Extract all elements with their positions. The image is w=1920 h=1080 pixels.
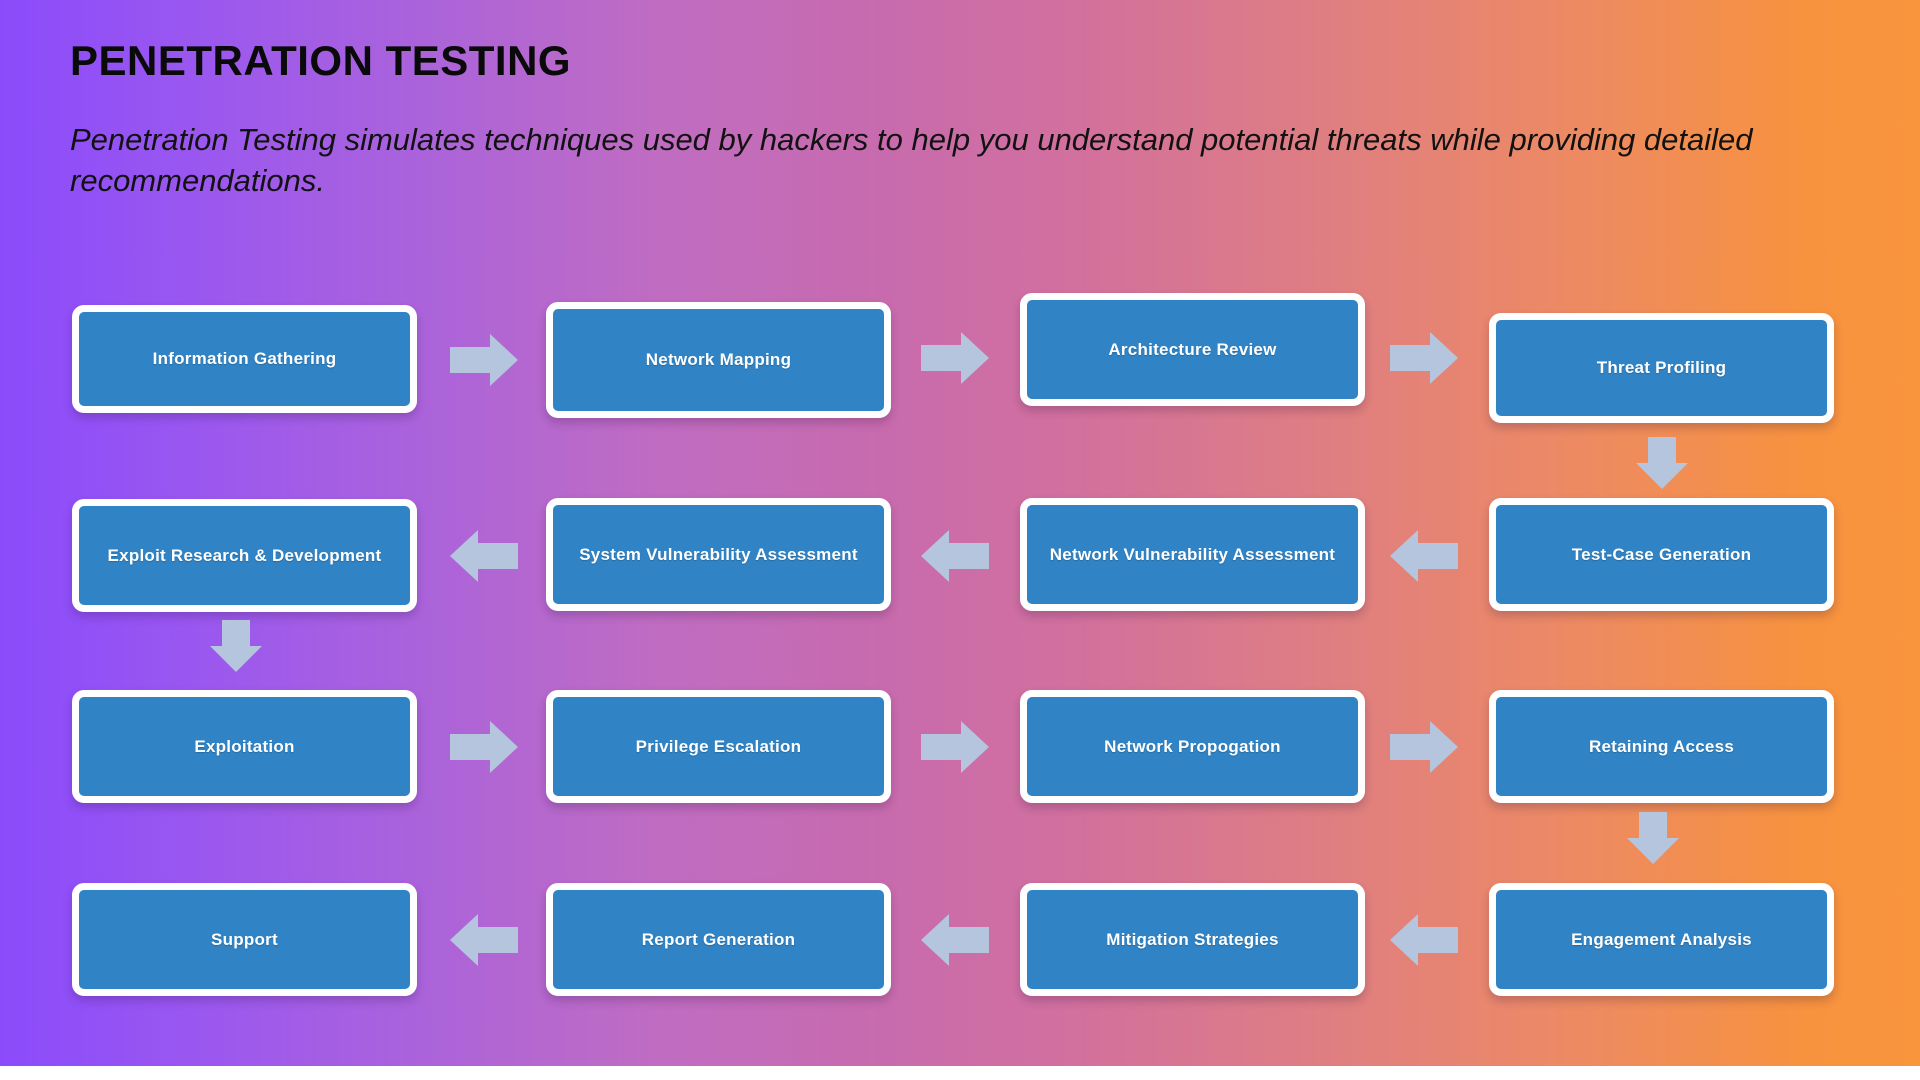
flow-node-label: Network Propogation <box>1104 736 1281 756</box>
flow-node-label: Test-Case Generation <box>1571 544 1752 564</box>
flow-node-label: Network Vulnerability Assessment <box>1049 544 1336 564</box>
flow-node-label: Engagement Analysis <box>1571 929 1752 949</box>
flow-node-label: Information Gathering <box>152 349 337 369</box>
flow-node-label: System Vulnerability Assessment <box>579 544 858 564</box>
arrow-left-icon <box>450 912 518 968</box>
arrow-right-icon <box>450 332 518 388</box>
flow-node-architecture-review[interactable]: Architecture Review <box>1020 293 1365 406</box>
arrow-down-icon <box>208 620 264 672</box>
arrow-down-icon <box>1634 437 1690 489</box>
arrow-left-icon <box>1390 528 1458 584</box>
flow-node-threat-profiling[interactable]: Threat Profiling <box>1489 313 1834 423</box>
flow-node-mitigation-strategies[interactable]: Mitigation Strategies <box>1020 883 1365 996</box>
flow-node-label: Architecture Review <box>1108 339 1277 359</box>
flow-node-label: Mitigation Strategies <box>1106 929 1279 949</box>
diagram-canvas: PENETRATION TESTING Penetration Testing … <box>0 0 1920 1080</box>
flow-node-network-mapping[interactable]: Network Mapping <box>546 302 891 418</box>
flow-node-label: Network Mapping <box>645 350 792 370</box>
flow-node-network-vulnerability-assessment[interactable]: Network Vulnerability Assessment <box>1020 498 1365 611</box>
flow-node-engagement-analysis[interactable]: Engagement Analysis <box>1489 883 1834 996</box>
arrow-right-icon <box>1390 719 1458 775</box>
flow-node-privilege-escalation[interactable]: Privilege Escalation <box>546 690 891 803</box>
arrow-left-icon <box>450 528 518 584</box>
flow-node-exploit-research-development[interactable]: Exploit Research & Development <box>72 499 417 612</box>
flow-node-label: Retaining Access <box>1588 736 1735 756</box>
bottom-strip <box>0 1066 1920 1080</box>
flow-node-retaining-access[interactable]: Retaining Access <box>1489 690 1834 803</box>
page-subtitle: Penetration Testing simulates techniques… <box>70 122 1753 199</box>
arrow-right-icon <box>1390 330 1458 386</box>
page-title: PENETRATION TESTING <box>70 37 572 84</box>
flow-node-support[interactable]: Support <box>72 883 417 996</box>
arrow-down-icon <box>1625 812 1681 864</box>
flow-node-label: Support <box>211 929 278 949</box>
flow-node-system-vulnerability-assessment[interactable]: System Vulnerability Assessment <box>546 498 891 611</box>
arrow-left-icon <box>921 912 989 968</box>
flow-node-exploitation[interactable]: Exploitation <box>72 690 417 803</box>
flow-node-label: Privilege Escalation <box>635 736 802 756</box>
flow-node-test-case-generation[interactable]: Test-Case Generation <box>1489 498 1834 611</box>
arrow-right-icon <box>450 719 518 775</box>
arrow-left-icon <box>921 528 989 584</box>
flow-node-label: Exploitation <box>194 736 295 756</box>
flow-node-label: Report Generation <box>641 929 796 949</box>
arrow-right-icon <box>921 330 989 386</box>
flow-node-report-generation[interactable]: Report Generation <box>546 883 891 996</box>
header: PENETRATION TESTING Penetration Testing … <box>70 37 1880 202</box>
arrow-left-icon <box>1390 912 1458 968</box>
flow-node-label: Exploit Research & Development <box>107 545 382 565</box>
flow-node-label: Threat Profiling <box>1596 358 1727 378</box>
flow-node-information-gathering[interactable]: Information Gathering <box>72 305 417 413</box>
flow-node-network-propogation[interactable]: Network Propogation <box>1020 690 1365 803</box>
arrow-right-icon <box>921 719 989 775</box>
